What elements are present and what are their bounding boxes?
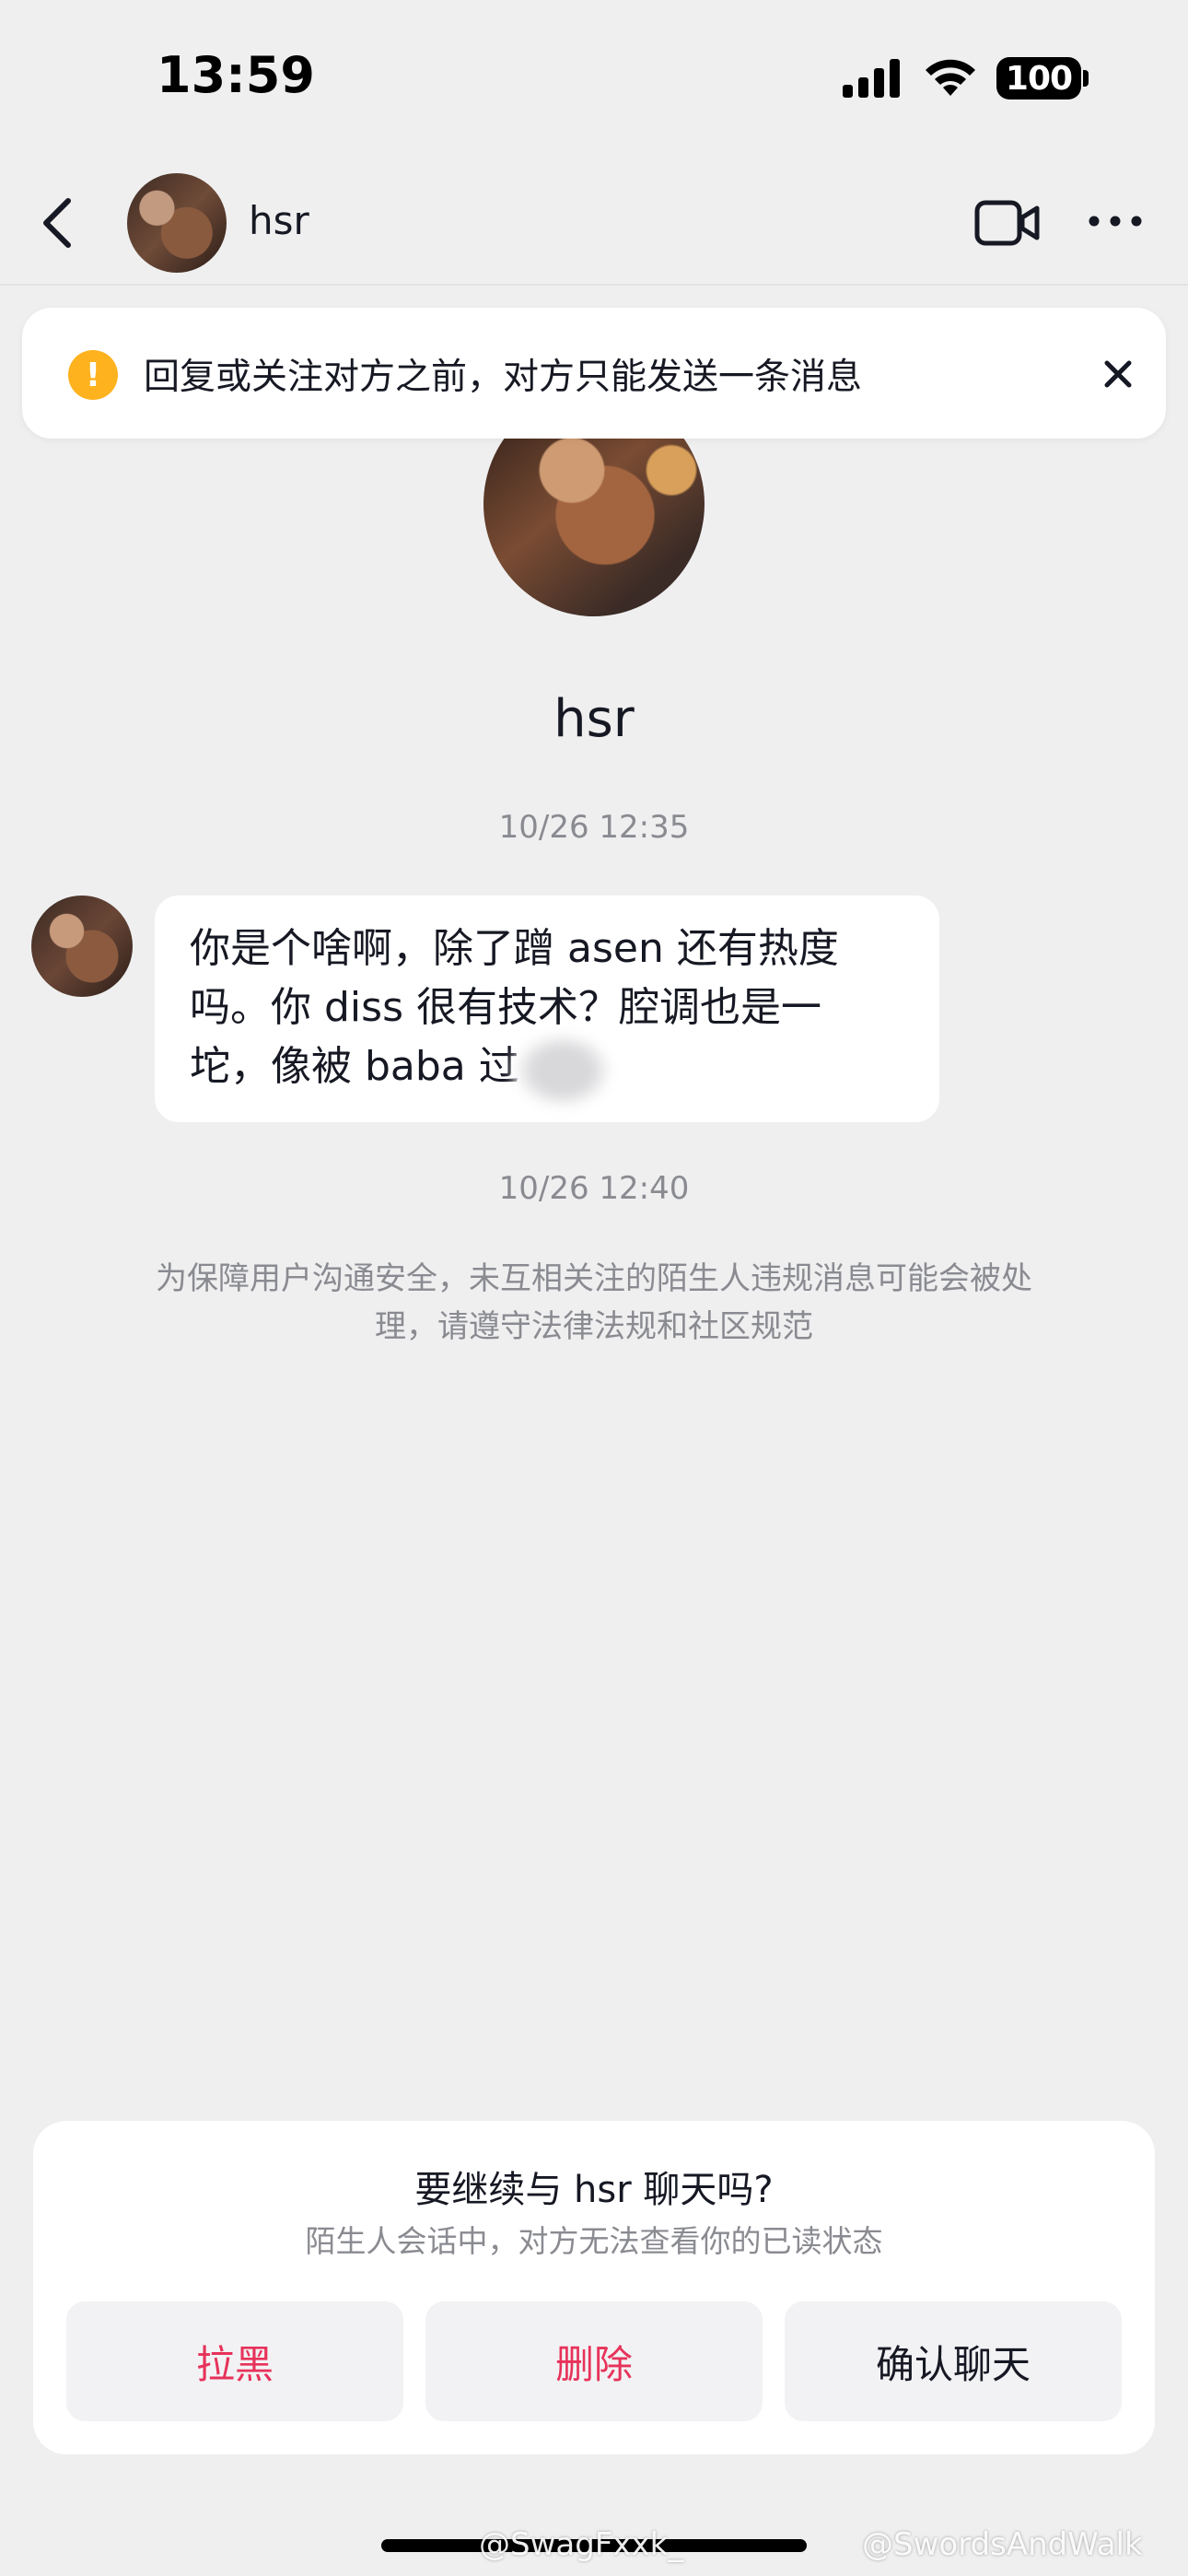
safety-note: 为保障用户沟通安全，未互相关注的陌生人违规消息可能会被处理，请遵守法律法规和社区…: [156, 1260, 1032, 1345]
redaction-blur: [512, 1032, 613, 1109]
watermark: @SwordsAndWalk: [862, 2526, 1143, 2563]
notice-banner: ! 回复或关注对方之前，对方只能发送一条消息: [22, 308, 1166, 439]
prompt-title: 要继续与 hsr 聊天吗?: [414, 2169, 774, 2211]
close-icon[interactable]: [1100, 356, 1136, 392]
wifi-icon: [926, 59, 975, 96]
sender-avatar[interactable]: [31, 896, 133, 997]
battery-tip: [1083, 70, 1089, 87]
stranger-chat-prompt: 要继续与 hsr 聊天吗? 陌生人会话中，对方无法查看你的已读状态 拉黑 删除 …: [33, 2121, 1155, 2454]
chat-header: hsr: [0, 157, 1188, 286]
message-line: 吗。你 diss 很有技术？腔调也是一: [190, 984, 821, 1031]
status-bar: 13:59 100: [0, 0, 1188, 157]
message-timestamp: 10/26 12:35: [498, 809, 690, 846]
message-bubble[interactable]: 你是个啥啊，除了蹭 asen 还有热度 吗。你 diss 很有技术？腔调也是一 …: [155, 896, 939, 1122]
prompt-subtitle: 陌生人会话中，对方无法查看你的已读状态: [305, 2223, 883, 2259]
warning-icon: !: [68, 350, 118, 400]
notice-text: 回复或关注对方之前，对方只能发送一条消息: [144, 357, 863, 398]
message-timestamp: 10/26 12:40: [498, 1170, 690, 1207]
profile-name: hsr: [553, 689, 635, 749]
video-call-icon[interactable]: [974, 199, 1041, 247]
signal-icon: [843, 59, 900, 98]
confirm-chat-button[interactable]: 确认聊天: [785, 2301, 1122, 2421]
status-time: 13:59: [157, 46, 315, 104]
delete-button[interactable]: 删除: [425, 2301, 763, 2421]
block-button[interactable]: 拉黑: [66, 2301, 403, 2421]
contact-name[interactable]: hsr: [249, 198, 309, 243]
battery-icon: 100: [996, 57, 1081, 100]
watermark: @SwagFxxk_: [479, 2526, 684, 2563]
message-line: 你是个啥啊，除了蹭 asen 还有热度: [190, 925, 839, 972]
back-arrow-icon[interactable]: [35, 195, 81, 251]
contact-avatar[interactable]: [127, 173, 227, 273]
more-icon[interactable]: [1087, 212, 1144, 230]
